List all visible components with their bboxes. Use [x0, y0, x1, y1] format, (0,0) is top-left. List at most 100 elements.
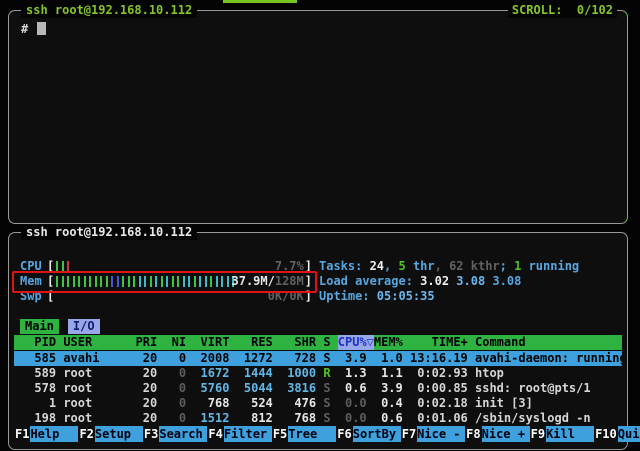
cell-user: root: [63, 366, 128, 381]
process-row-585[interactable]: 585avahi20020081272728S3.9 1.013:16.19av…: [14, 351, 622, 366]
load-15min: 3.08: [492, 274, 521, 288]
fnkey-search[interactable]: F3Search: [143, 426, 207, 442]
process-row-1[interactable]: 1root200768524476S0.0 0.40:02.18init [3]: [14, 396, 622, 411]
cell-pri: 20: [136, 381, 158, 396]
fnkey-label: Filter: [224, 426, 272, 442]
cell-pri: 20: [136, 396, 158, 411]
fnkey-tree[interactable]: F5Tree: [272, 426, 336, 442]
top-pane-title-text: ssh root@192.168.10.112: [26, 3, 192, 17]
cell-pid: 1: [20, 396, 56, 411]
fnkey-number: F10: [594, 426, 618, 442]
cell-virt: 1512: [193, 411, 229, 426]
column-header-res[interactable]: RES: [237, 335, 273, 350]
fnkey-label: Tree: [288, 426, 336, 442]
cell-user: root: [63, 396, 128, 411]
cell-pid: 589: [20, 366, 56, 381]
cell-s: S: [323, 351, 330, 366]
cell-cpu: 0.6: [338, 381, 367, 396]
load-label: Load average:: [319, 274, 420, 288]
cell-s: S: [323, 411, 330, 426]
column-header-virt[interactable]: VIRT: [193, 335, 229, 350]
fnkey-label: SortBy: [353, 426, 401, 442]
cell-virt: 2008: [193, 351, 229, 366]
fnkey-help[interactable]: F1Help: [14, 426, 78, 442]
column-header-mem[interactable]: MEM%: [374, 335, 403, 350]
column-header-user[interactable]: USER: [63, 335, 128, 350]
column-header-pid[interactable]: PID: [20, 335, 56, 350]
uptime-label: Uptime:: [319, 289, 377, 303]
recording-progress-strip: [223, 0, 297, 3]
terminal-pane-shell[interactable]: ssh root@192.168.10.112 SCROLL: 0/102 #: [8, 10, 628, 224]
cell-cpu: 1.3: [338, 366, 367, 381]
load-average-line: Load average: 3.02 3.08 3.08: [319, 274, 579, 289]
cell-cmd: htop: [475, 366, 622, 381]
process-table-header[interactable]: PID USER PRI NI VIRT RES SHR S CPU%▽MEM% TIME+ Com…: [14, 335, 622, 350]
load-5min: 3.08: [456, 274, 492, 288]
column-header-cpu[interactable]: CPU%: [338, 335, 367, 350]
fnkey-setup[interactable]: F2Setup: [78, 426, 142, 442]
tasks-line: Tasks: 24, 5 thr, 62 kthr; 1 running: [319, 259, 579, 274]
cell-pri: 20: [136, 351, 158, 366]
cell-time: 0:02.93: [410, 366, 468, 381]
cell-cmd: sshd: root@pts/1: [475, 381, 622, 396]
terminal-pane-htop[interactable]: ssh root@192.168.10.112 CPU[ 7.7% ] Mem[…: [8, 232, 628, 450]
cell-virt: 5760: [193, 381, 229, 396]
bottom-pane-title-text: ssh root@192.168.10.112: [26, 225, 192, 239]
cell-shr: 1000: [280, 366, 316, 381]
process-row-589[interactable]: 589root200167214441000R1.3 1.10:02.93hto…: [14, 366, 622, 381]
fnkey-filter[interactable]: F4Filter: [207, 426, 271, 442]
cell-virt: 768: [193, 396, 229, 411]
fnkey-nice-[interactable]: F8Nice +: [465, 426, 529, 442]
cell-cmd: /sbin/syslogd -n: [475, 411, 622, 426]
column-header-s[interactable]: S: [323, 335, 330, 350]
cell-sort: [367, 381, 374, 396]
column-header-time[interactable]: TIME+: [410, 335, 468, 350]
cell-user: root: [63, 411, 128, 426]
tab-i-o[interactable]: I/O: [68, 319, 100, 334]
htop-tabs: Main I/O: [20, 319, 100, 334]
cell-time: 0:00.85: [410, 381, 468, 396]
fnkey-label: Kill: [546, 426, 594, 442]
scroll-value: 0/102: [577, 3, 613, 17]
cell-sort: [367, 351, 374, 366]
column-header-pri[interactable]: PRI: [136, 335, 158, 350]
cell-cpu: 0.0: [338, 396, 367, 411]
column-header-shr[interactable]: SHR: [280, 335, 316, 350]
sort-direction-icon: ▽: [367, 335, 374, 350]
fnkey-nice-[interactable]: F7Nice -: [401, 426, 465, 442]
bottom-pane-title: ssh root@192.168.10.112: [21, 225, 197, 240]
cell-pid: 198: [20, 411, 56, 426]
fnkey-kill[interactable]: F9Kill: [530, 426, 594, 442]
cell-ni: 0: [164, 351, 186, 366]
column-header-ni[interactable]: NI: [164, 335, 186, 350]
process-row-578[interactable]: 578root200576050443816S0.6 3.90:00.85ssh…: [14, 381, 622, 396]
load-1min: 3.02: [420, 274, 456, 288]
cell-time: 13:16.19: [410, 351, 468, 366]
shell-prompt[interactable]: #: [21, 21, 46, 37]
cell-s: S: [323, 381, 330, 396]
cell-s: S: [323, 396, 330, 411]
column-header-cmd[interactable]: Command: [475, 335, 622, 350]
tasks-count: 24: [370, 259, 384, 273]
top-pane-title: ssh root@192.168.10.112: [21, 3, 197, 18]
tab-main[interactable]: Main: [20, 319, 59, 334]
cell-sort: [367, 366, 374, 381]
cell-res: 1272: [237, 351, 273, 366]
fnkey-number: F2: [78, 426, 94, 442]
tasks-label: Tasks:: [319, 259, 370, 273]
fnkey-number: F5: [272, 426, 288, 442]
cell-cpu: 0.0: [338, 411, 367, 426]
cell-pid: 585: [20, 351, 56, 366]
cell-shr: 728: [280, 351, 316, 366]
threads-count: 5: [398, 259, 405, 273]
fnkey-quit[interactable]: F10Quit: [594, 426, 640, 442]
fnkey-label: Nice +: [482, 426, 530, 442]
cell-user: avahi: [63, 351, 128, 366]
cell-ni: 0: [164, 396, 186, 411]
cell-sort: [367, 396, 374, 411]
process-row-198[interactable]: 198root2001512812768S0.0 0.60:01.06/sbin…: [14, 411, 622, 426]
fnkey-sortby[interactable]: F6SortBy: [336, 426, 400, 442]
cell-res: 5044: [237, 381, 273, 396]
cell-res: 524: [237, 396, 273, 411]
cell-time: 0:01.06: [410, 411, 468, 426]
